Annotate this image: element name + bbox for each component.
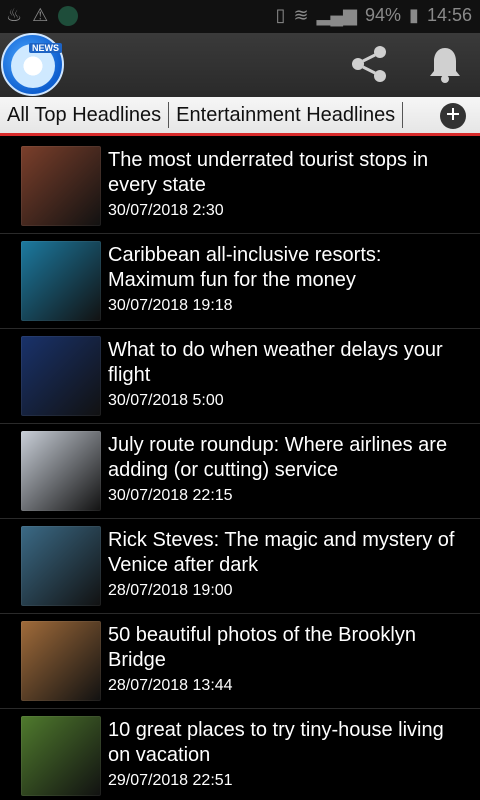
app-logo[interactable]: NEWS	[1, 33, 64, 96]
article-thumbnail	[21, 336, 101, 416]
article-title: 10 great places to try tiny-house living…	[108, 719, 444, 766]
add-tab-button[interactable]	[440, 103, 466, 129]
clock-text: 14:56	[426, 5, 472, 25]
article-date: 30/07/2018 19:18	[108, 297, 233, 314]
list-item[interactable]: Caribbean all-inclusive resorts: Maximum…	[0, 234, 480, 329]
article-date: 30/07/2018 5:00	[108, 392, 224, 409]
logo-text: NEWS	[29, 43, 62, 53]
list-item[interactable]: July route roundup: Where airlines are a…	[0, 424, 480, 519]
wifi-icon: ≋	[293, 5, 309, 25]
article-thumbnail	[21, 431, 101, 511]
article-date: 28/07/2018 19:00	[108, 582, 233, 599]
article-thumbnail	[21, 241, 101, 321]
list-item[interactable]: Rick Steves: The magic and mystery of Ve…	[0, 519, 480, 614]
status-left: ♨ ⚠	[6, 5, 79, 26]
article-thumbnail	[21, 526, 101, 606]
list-item[interactable]: The most underrated tourist stops in eve…	[0, 139, 480, 234]
signal-icon: ▂▄▆	[316, 5, 358, 25]
article-date: 28/07/2018 13:44	[108, 677, 233, 694]
list-item[interactable]: What to do when weather delays your flig…	[0, 329, 480, 424]
article-title: Caribbean all-inclusive resorts: Maximum…	[108, 244, 382, 291]
article-title: The most underrated tourist stops in eve…	[108, 149, 429, 196]
app-actions	[346, 41, 468, 87]
battery-text: 94%	[365, 5, 402, 25]
article-date: 30/07/2018 2:30	[108, 202, 224, 219]
app-bar: NEWS	[0, 33, 480, 97]
tab-entertainment-headlines[interactable]: Entertainment Headlines	[169, 104, 402, 127]
list-item[interactable]: 50 beautiful photos of the Brooklyn Brid…	[0, 614, 480, 709]
tab-all-top-headlines[interactable]: All Top Headlines	[0, 104, 168, 127]
notification-icon-2: ⚠	[32, 5, 49, 25]
app-status-icon	[58, 5, 79, 26]
plus-icon	[445, 106, 461, 127]
bell-icon[interactable]	[422, 41, 468, 87]
list-item[interactable]: 10 great places to try tiny-house living…	[0, 709, 480, 800]
article-title: What to do when weather delays your flig…	[108, 339, 443, 386]
category-tabs: All Top Headlines Entertainment Headline…	[0, 97, 480, 136]
battery-icon: ▮	[409, 5, 419, 25]
article-date: 29/07/2018 22:51	[108, 772, 233, 789]
article-title: 50 beautiful photos of the Brooklyn Brid…	[108, 624, 416, 671]
tab-separator	[402, 102, 404, 128]
headline-list: The most underrated tourist stops in eve…	[0, 139, 480, 800]
article-date: 30/07/2018 22:15	[108, 487, 233, 504]
status-bar: ♨ ⚠ ▯ ≋ ▂▄▆ 94% ▮ 14:56	[0, 0, 480, 33]
article-thumbnail	[21, 146, 101, 226]
share-icon[interactable]	[346, 41, 392, 87]
notification-icon-1: ♨	[6, 5, 23, 25]
article-thumbnail	[21, 716, 101, 796]
article-title: July route roundup: Where airlines are a…	[108, 434, 448, 481]
status-right: ▯ ≋ ▂▄▆ 94% ▮ 14:56	[276, 5, 472, 26]
article-title: Rick Steves: The magic and mystery of Ve…	[108, 529, 455, 576]
article-thumbnail	[21, 621, 101, 701]
vibrate-icon: ▯	[275, 5, 286, 25]
